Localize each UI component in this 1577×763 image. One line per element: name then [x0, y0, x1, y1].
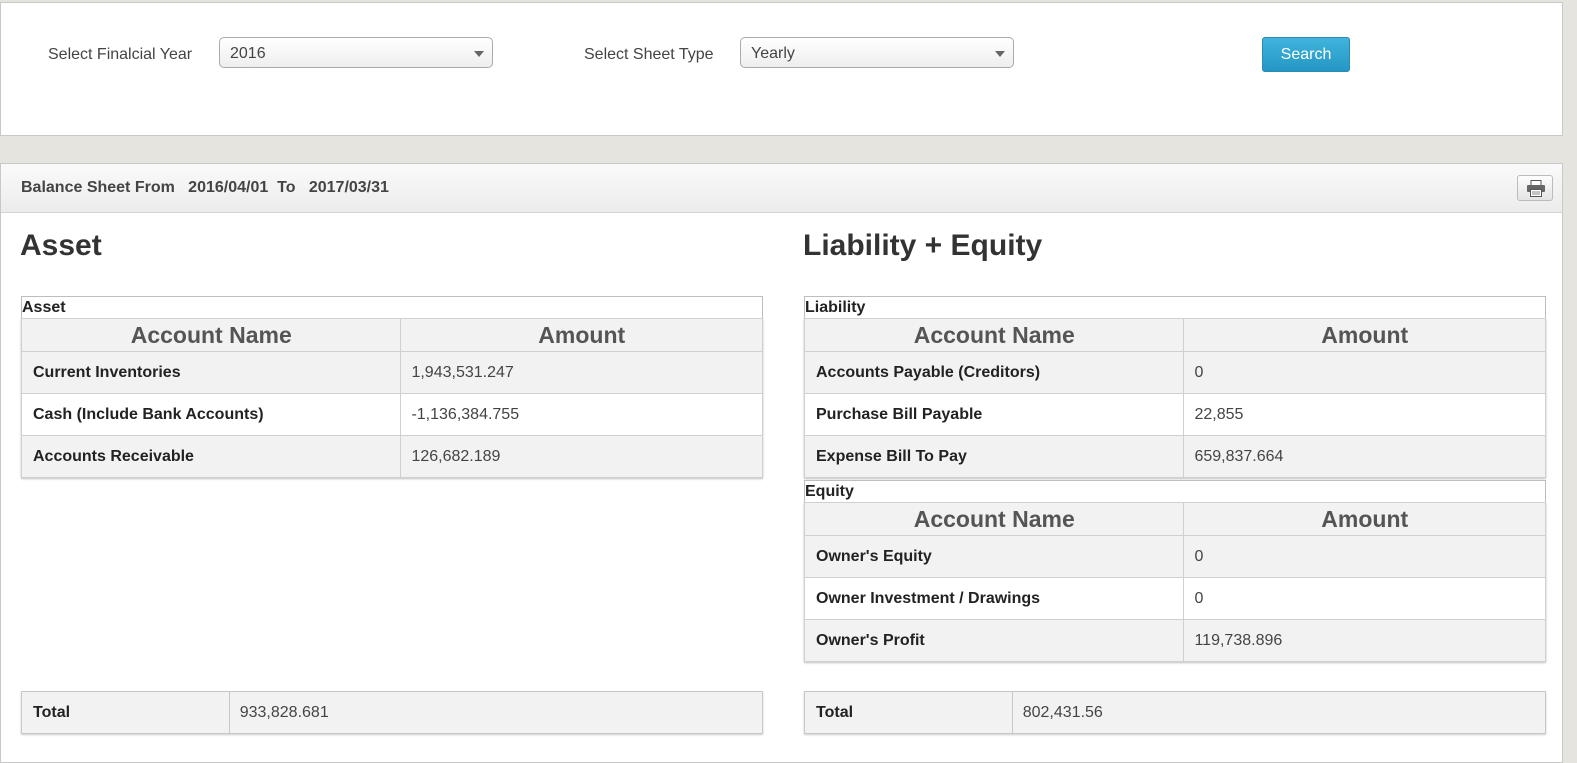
- liability-equity-total-table: Total 802,431.56: [804, 691, 1547, 734]
- account-amount: 659,837.664: [1183, 435, 1546, 478]
- equity-caption: Equity: [804, 480, 1546, 502]
- search-button[interactable]: Search: [1262, 37, 1350, 72]
- to-label: To: [277, 179, 296, 196]
- table-row: Owner's Profit 119,738.896: [803, 619, 1546, 662]
- printer-icon: [1527, 180, 1545, 197]
- account-name: Expense Bill To Pay: [803, 435, 1185, 478]
- balance-sheet-panel: Balance Sheet From 2016/04/01 To 2017/03…: [0, 163, 1563, 763]
- equity-table: Equity Account Name Amount Owner's Equit…: [803, 480, 1546, 662]
- chevron-down-icon: [995, 51, 1005, 57]
- table-row: Owner's Equity 0: [803, 535, 1546, 578]
- account-name: Cash (Include Bank Accounts): [20, 393, 402, 436]
- account-amount: 0: [1183, 535, 1546, 578]
- total-label: Total: [21, 691, 230, 734]
- table-row: Cash (Include Bank Accounts) -1,136,384.…: [20, 393, 763, 436]
- account-name: Purchase Bill Payable: [803, 393, 1185, 436]
- column-header-account-name: Account Name: [803, 502, 1185, 536]
- liability-equity-heading: Liability + Equity: [803, 229, 1043, 262]
- column-header-account-name: Account Name: [20, 318, 402, 352]
- asset-caption: Asset: [21, 296, 763, 318]
- account-name: Current Inventories: [20, 351, 402, 394]
- column-header-amount: Amount: [1183, 318, 1546, 352]
- title-prefix: Balance Sheet From: [21, 179, 175, 196]
- liability-caption: Liability: [804, 296, 1546, 318]
- column-header-amount: Amount: [400, 318, 763, 352]
- account-amount: -1,136,384.755: [400, 393, 763, 436]
- balance-sheet-header: Balance Sheet From 2016/04/01 To 2017/03…: [1, 164, 1562, 213]
- balance-sheet-title: Balance Sheet From 2016/04/01 To 2017/03…: [21, 179, 389, 197]
- table-row: Current Inventories 1,943,531.247: [20, 351, 763, 394]
- sheet-type-label: Select Sheet Type: [584, 46, 714, 63]
- account-name: Accounts Receivable: [20, 435, 402, 478]
- account-amount: 22,855: [1183, 393, 1546, 436]
- account-name: Owner Investment / Drawings: [803, 577, 1185, 620]
- financial-year-value: 2016: [230, 45, 266, 62]
- table-row: Expense Bill To Pay 659,837.664: [803, 435, 1546, 478]
- asset-total-table: Total 933,828.681: [21, 691, 764, 734]
- account-amount: 0: [1183, 577, 1546, 620]
- liability-header-row: Account Name Amount: [803, 318, 1546, 352]
- asset-table: Asset Account Name Amount Current Invent…: [20, 296, 763, 478]
- total-row: Total 802,431.56: [804, 691, 1547, 734]
- to-date: 2017/03/31: [308, 179, 389, 196]
- table-row: Accounts Receivable 126,682.189: [20, 435, 763, 478]
- table-row: Owner Investment / Drawings 0: [803, 577, 1546, 620]
- account-name: Owner's Profit: [803, 619, 1185, 662]
- chevron-down-icon: [474, 51, 484, 57]
- table-row: Purchase Bill Payable 22,855: [803, 393, 1546, 436]
- account-amount: 0: [1183, 351, 1546, 394]
- equity-header-row: Account Name Amount: [803, 502, 1546, 536]
- total-value: 933,828.681: [228, 691, 764, 734]
- financial-year-label: Select Finalcial Year: [48, 46, 193, 63]
- table-row: Accounts Payable (Creditors) 0: [803, 351, 1546, 394]
- account-amount: 119,738.896: [1183, 619, 1546, 662]
- column-header-amount: Amount: [1183, 502, 1546, 536]
- financial-year-select[interactable]: 2016: [219, 37, 493, 68]
- sheet-type-value: Yearly: [751, 45, 795, 62]
- account-amount: 126,682.189: [400, 435, 763, 478]
- from-date: 2016/04/01: [188, 179, 269, 196]
- column-header-account-name: Account Name: [803, 318, 1185, 352]
- liability-table: Liability Account Name Amount Accounts P…: [803, 296, 1546, 478]
- print-button[interactable]: [1517, 175, 1553, 201]
- account-name: Owner's Equity: [803, 535, 1185, 578]
- account-name: Accounts Payable (Creditors): [803, 351, 1185, 394]
- total-row: Total 933,828.681: [21, 691, 764, 734]
- asset-heading: Asset: [20, 229, 102, 262]
- total-label: Total: [804, 691, 1013, 734]
- total-value: 802,431.56: [1011, 691, 1547, 734]
- account-amount: 1,943,531.247: [400, 351, 763, 394]
- sheet-type-select[interactable]: Yearly: [740, 37, 1014, 68]
- asset-header-row: Account Name Amount: [20, 318, 763, 352]
- filter-panel: Select Finalcial Year 2016 Select Sheet …: [0, 2, 1563, 136]
